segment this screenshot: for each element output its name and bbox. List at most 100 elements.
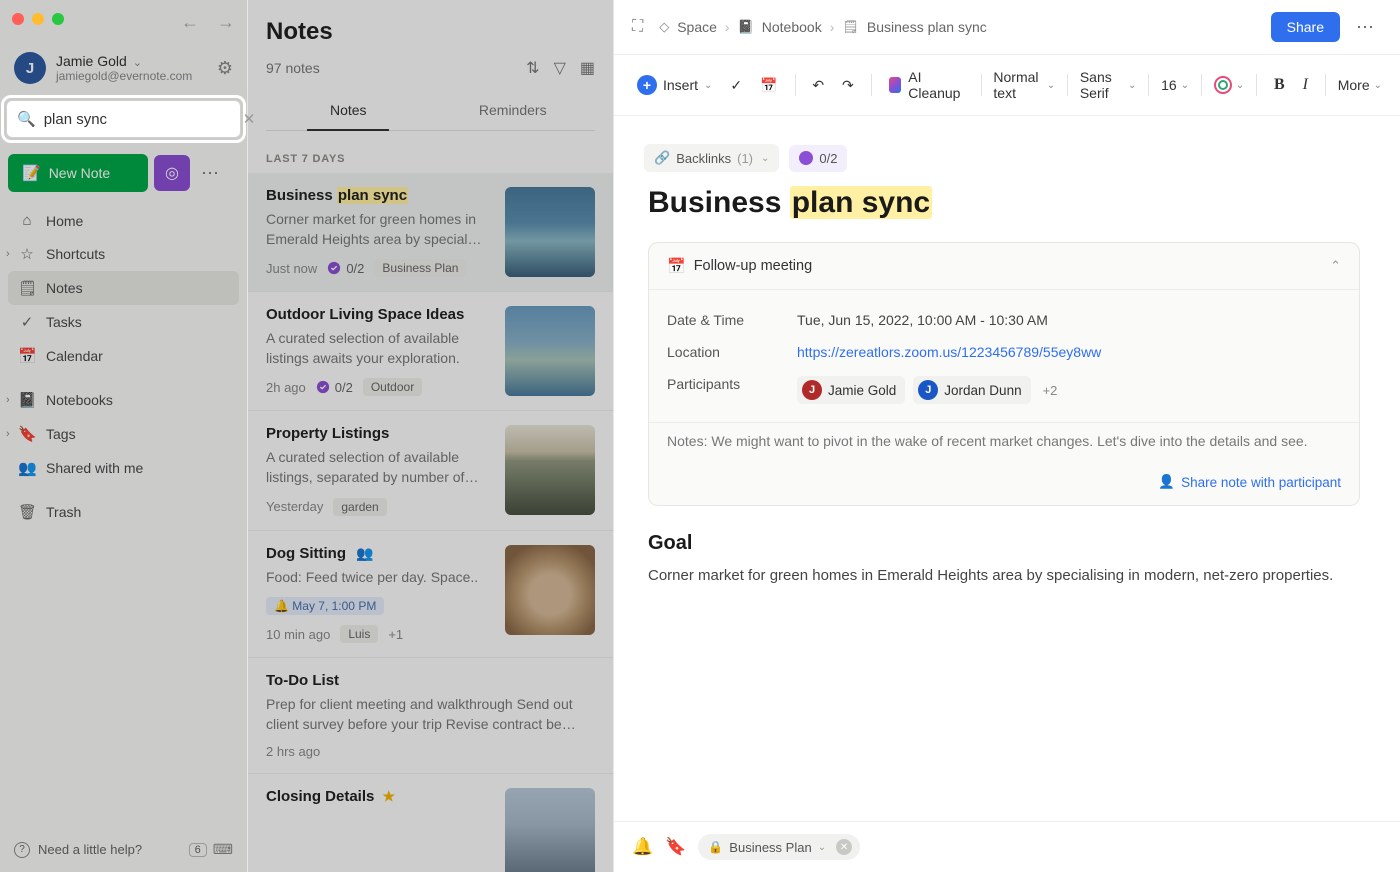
sidebar-item-home[interactable]: ⌂Home (8, 204, 239, 237)
sidebar-item-shared[interactable]: 👥Shared with me (8, 451, 239, 485)
undo-button[interactable]: ↶ (807, 73, 829, 98)
insert-button[interactable]: +Insert⌄ (632, 71, 717, 99)
participant-name: Jamie Gold (828, 383, 896, 398)
editor-pane: ⛶ ◇ Space › 📓 Notebook › 🗒 Business plan… (614, 0, 1400, 872)
tab-notes[interactable]: Notes (266, 90, 431, 130)
breadcrumb-bar: ⛶ ◇ Space › 📓 Notebook › 🗒 Business plan… (614, 0, 1400, 55)
location-link[interactable]: https://zereatlors.zoom.us/1223456789/55… (797, 344, 1101, 360)
sidebar-item-calendar[interactable]: 📅Calendar (8, 339, 239, 373)
note-title: Business plan sync (266, 187, 491, 204)
more-label: More (1338, 77, 1370, 93)
chevron-down-icon: ⌄ (1047, 80, 1055, 91)
task-icon[interactable]: ✓ (725, 73, 747, 98)
participant-chip[interactable]: JJamie Gold (797, 376, 905, 404)
text-color-select[interactable]: ⌄ (1214, 76, 1244, 94)
backlinks-count: (1) (737, 151, 753, 166)
keyboard-icon[interactable]: ⌨ (213, 841, 233, 858)
font-size-select[interactable]: 16⌄ (1161, 77, 1189, 93)
quick-action-button[interactable]: ◎ (154, 155, 190, 191)
meeting-card-header[interactable]: 📅 Follow-up meeting ⌃ (649, 243, 1359, 290)
font-size-label: 16 (1161, 77, 1177, 93)
crumb-note[interactable]: Business plan sync (867, 19, 987, 35)
crumb-space[interactable]: Space (677, 19, 717, 35)
forward-button[interactable]: → (217, 12, 235, 33)
note-list-item[interactable]: To-Do List Prep for client meeting and w… (248, 658, 613, 774)
note-excerpt: Food: Feed twice per day. Space.. (266, 568, 491, 588)
window-traffic-lights[interactable] (12, 13, 64, 25)
share-button[interactable]: Share (1271, 12, 1340, 42)
view-grid-icon[interactable]: ▦ (580, 58, 595, 78)
note-list-item[interactable]: Closing Details ★ (248, 774, 613, 872)
location-label: Location (667, 344, 797, 360)
shared-icon: 👥 (356, 545, 373, 561)
document-body[interactable]: 🔗 Backlinks (1) ⌄ 0/2 Business plan sync… (614, 116, 1400, 821)
task-progress-chip[interactable]: 0/2 (789, 145, 847, 172)
participant-chip[interactable]: JJordan Dunn (913, 376, 1030, 404)
maximize-window-icon[interactable] (52, 13, 64, 25)
back-button[interactable]: ← (181, 12, 199, 33)
collapse-icon[interactable]: ⌃ (1330, 258, 1341, 274)
sidebar-item-label: Shortcuts (46, 246, 105, 262)
avatar: J (14, 52, 46, 84)
paragraph-style-select[interactable]: Normal text ⌄ (993, 69, 1055, 101)
sidebar-item-label: Tags (46, 426, 76, 442)
note-list-item[interactable]: Business plan sync Corner market for gre… (248, 173, 613, 292)
expand-icon[interactable]: › (6, 248, 10, 260)
backlinks-label: Backlinks (676, 151, 731, 166)
notebook-icon: 📓 (18, 391, 36, 409)
expand-icon[interactable]: ⛶ (632, 18, 643, 36)
sidebar-item-trash[interactable]: 🗑Trash (8, 495, 239, 529)
help-row[interactable]: ? Need a little help? 6 ⌨ (0, 827, 247, 872)
filter-icon[interactable]: ▽ (554, 58, 566, 78)
more-format-select[interactable]: More ⌄ (1338, 77, 1382, 93)
paragraph-style-label: Normal text (993, 69, 1042, 101)
document-title[interactable]: Business plan sync (648, 186, 1360, 220)
search-input[interactable] (44, 111, 243, 128)
expand-icon[interactable]: › (6, 394, 10, 406)
remove-tag-icon[interactable]: ✕ (836, 839, 852, 855)
check-circle-icon: ✓ (18, 313, 36, 331)
tab-reminders[interactable]: Reminders (431, 90, 596, 130)
chevron-down-icon: ⌄ (1374, 80, 1382, 91)
gear-icon[interactable]: ⚙ (217, 58, 233, 79)
minimize-window-icon[interactable] (32, 13, 44, 25)
participants-more[interactable]: +2 (1043, 383, 1058, 398)
sidebar-item-tags[interactable]: ›🔖Tags (8, 417, 239, 451)
redo-button[interactable]: ↷ (837, 73, 859, 98)
tag-chip[interactable]: 🔒 Business Plan ⌄ ✕ (698, 834, 860, 860)
search-field[interactable]: 🔍 ✕ (6, 100, 241, 138)
note-list-item[interactable]: Dog Sitting 👥 Food: Feed twice per day. … (248, 531, 613, 659)
backlinks-chip[interactable]: 🔗 Backlinks (1) ⌄ (644, 144, 779, 172)
task-progress: 0/2 (316, 380, 353, 395)
editor-footer: 🔔 🔖 🔒 Business Plan ⌄ ✕ (614, 821, 1400, 872)
sidebar-item-notebooks[interactable]: ›📓Notebooks (8, 383, 239, 417)
account-row[interactable]: J Jamie Gold ⌄ jamiegold@evernote.com ⚙ (0, 38, 247, 92)
note-menu-button[interactable]: ⋯ (1350, 13, 1382, 42)
more-actions-button[interactable]: ⋯ (196, 155, 226, 191)
chevron-down-icon: ⌄ (1236, 80, 1244, 91)
meeting-card: 📅 Follow-up meeting ⌃ Date & Time Tue, J… (648, 242, 1360, 506)
ai-cleanup-button[interactable]: AI Cleanup (884, 65, 969, 105)
sidebar-item-label: Notes (46, 280, 83, 296)
font-family-select[interactable]: Sans Serif⌄ (1080, 69, 1137, 101)
goal-text[interactable]: Corner market for green homes in Emerald… (648, 565, 1360, 588)
close-window-icon[interactable] (12, 13, 24, 25)
bold-button[interactable]: B (1269, 72, 1290, 98)
reminder-add-icon[interactable]: 🔔 (632, 837, 653, 857)
tag-add-icon[interactable]: 🔖 (665, 837, 686, 857)
goal-heading[interactable]: Goal (648, 532, 1360, 555)
crumb-notebook[interactable]: Notebook (762, 19, 822, 35)
share-with-participant-link[interactable]: 👤Share note with participant (1158, 474, 1341, 490)
note-list-item[interactable]: Property Listings A curated selection of… (248, 411, 613, 530)
clear-search-icon[interactable]: ✕ (243, 110, 256, 128)
sort-icon[interactable]: ⇅ (526, 58, 539, 78)
note-time: 10 min ago (266, 627, 330, 642)
sidebar-item-tasks[interactable]: ✓Tasks (8, 305, 239, 339)
italic-button[interactable]: I (1298, 72, 1313, 98)
new-note-button[interactable]: 📝 New Note (8, 154, 148, 192)
sidebar-item-shortcuts[interactable]: ›☆Shortcuts (8, 237, 239, 271)
note-list-item[interactable]: Outdoor Living Space Ideas A curated sel… (248, 292, 613, 411)
calendar-icon[interactable]: 📅 (755, 73, 782, 98)
sidebar-item-notes[interactable]: 🗒Notes (8, 271, 239, 305)
expand-icon[interactable]: › (6, 428, 10, 440)
